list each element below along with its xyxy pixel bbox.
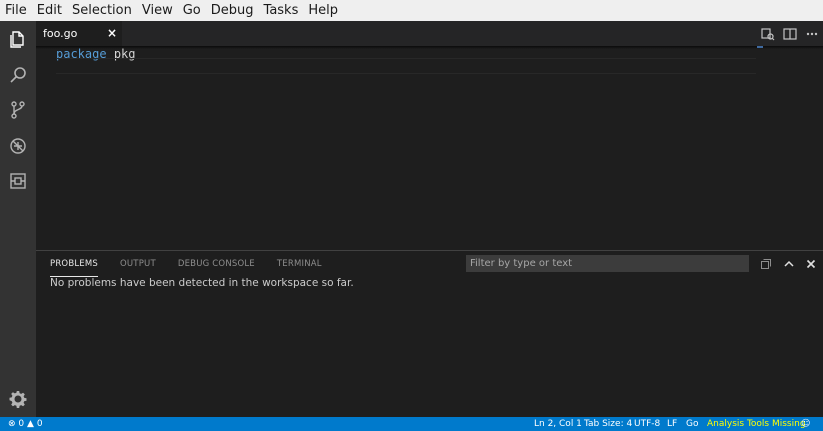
menu-help[interactable]: Help xyxy=(303,0,343,21)
error-icon: ⊗ xyxy=(8,419,16,429)
encoding[interactable]: UTF-8 xyxy=(634,417,660,431)
maximize-panel-icon[interactable] xyxy=(781,256,797,272)
open-preview-icon[interactable] xyxy=(757,23,779,45)
end-of-line[interactable]: LF xyxy=(667,417,677,431)
language-mode[interactable]: Go xyxy=(686,417,698,431)
editor-tab-bar: foo.go × xyxy=(36,21,823,46)
search-icon[interactable] xyxy=(7,64,29,86)
menu-file[interactable]: File xyxy=(0,0,32,21)
problems-status[interactable]: ⊗ 0 ▲ 0 xyxy=(8,417,43,431)
bottom-panel: PROBLEMS OUTPUT DEBUG CONSOLE TERMINAL N… xyxy=(36,250,823,418)
scroll-shadow xyxy=(36,46,823,49)
tab-foo-go[interactable]: foo.go × xyxy=(36,21,122,46)
split-editor-icon[interactable] xyxy=(779,23,801,45)
feedback-smiley-icon[interactable]: ☺ xyxy=(801,417,810,431)
menu-debug[interactable]: Debug xyxy=(206,0,259,21)
menu-edit[interactable]: Edit xyxy=(32,0,67,21)
source-control-icon[interactable] xyxy=(7,99,29,121)
more-actions-icon[interactable] xyxy=(801,23,823,45)
tab-terminal[interactable]: TERMINAL xyxy=(277,251,322,277)
menu-go[interactable]: Go xyxy=(178,0,206,21)
collapse-all-icon[interactable] xyxy=(758,256,774,272)
minimap-slider[interactable] xyxy=(757,46,763,48)
explorer-icon[interactable] xyxy=(7,28,29,50)
debug-icon[interactable] xyxy=(7,135,29,157)
menu-tasks[interactable]: Tasks xyxy=(259,0,304,21)
cursor-position[interactable]: Ln 2, Col 1 xyxy=(534,417,582,431)
tab-debug-console[interactable]: DEBUG CONSOLE xyxy=(178,251,255,277)
tab-output[interactable]: OUTPUT xyxy=(120,251,156,277)
gear-icon[interactable] xyxy=(7,388,29,410)
close-icon[interactable]: × xyxy=(106,27,118,39)
menu-selection[interactable]: Selection xyxy=(67,0,137,21)
analysis-tools-missing[interactable]: Analysis Tools Missing xyxy=(707,417,806,431)
problems-empty-message: No problems have been detected in the wo… xyxy=(50,277,354,289)
error-count: 0 xyxy=(18,419,25,429)
warning-icon: ▲ xyxy=(27,419,34,429)
menu-bar: File Edit Selection View Go Debug Tasks … xyxy=(0,0,823,21)
tab-size[interactable]: Tab Size: 4 xyxy=(584,417,632,431)
status-bar: ⊗ 0 ▲ 0 Ln 2, Col 1 Tab Size: 4 UTF-8 LF… xyxy=(0,417,823,431)
editor-group: foo.go × package pkg xyxy=(36,21,823,250)
tab-problems[interactable]: PROBLEMS xyxy=(50,251,98,277)
editor-actions xyxy=(757,21,823,46)
tab-label: foo.go xyxy=(43,27,78,40)
warning-count: 0 xyxy=(36,419,43,429)
problems-filter-input[interactable] xyxy=(466,255,749,272)
code-editor[interactable]: package pkg xyxy=(36,46,823,250)
current-line-highlight xyxy=(56,58,756,74)
panel-tabs: PROBLEMS OUTPUT DEBUG CONSOLE TERMINAL xyxy=(50,251,344,277)
activity-bar xyxy=(0,21,36,417)
menu-view[interactable]: View xyxy=(137,0,178,21)
close-panel-icon[interactable] xyxy=(803,256,819,272)
extensions-icon[interactable] xyxy=(7,170,29,192)
